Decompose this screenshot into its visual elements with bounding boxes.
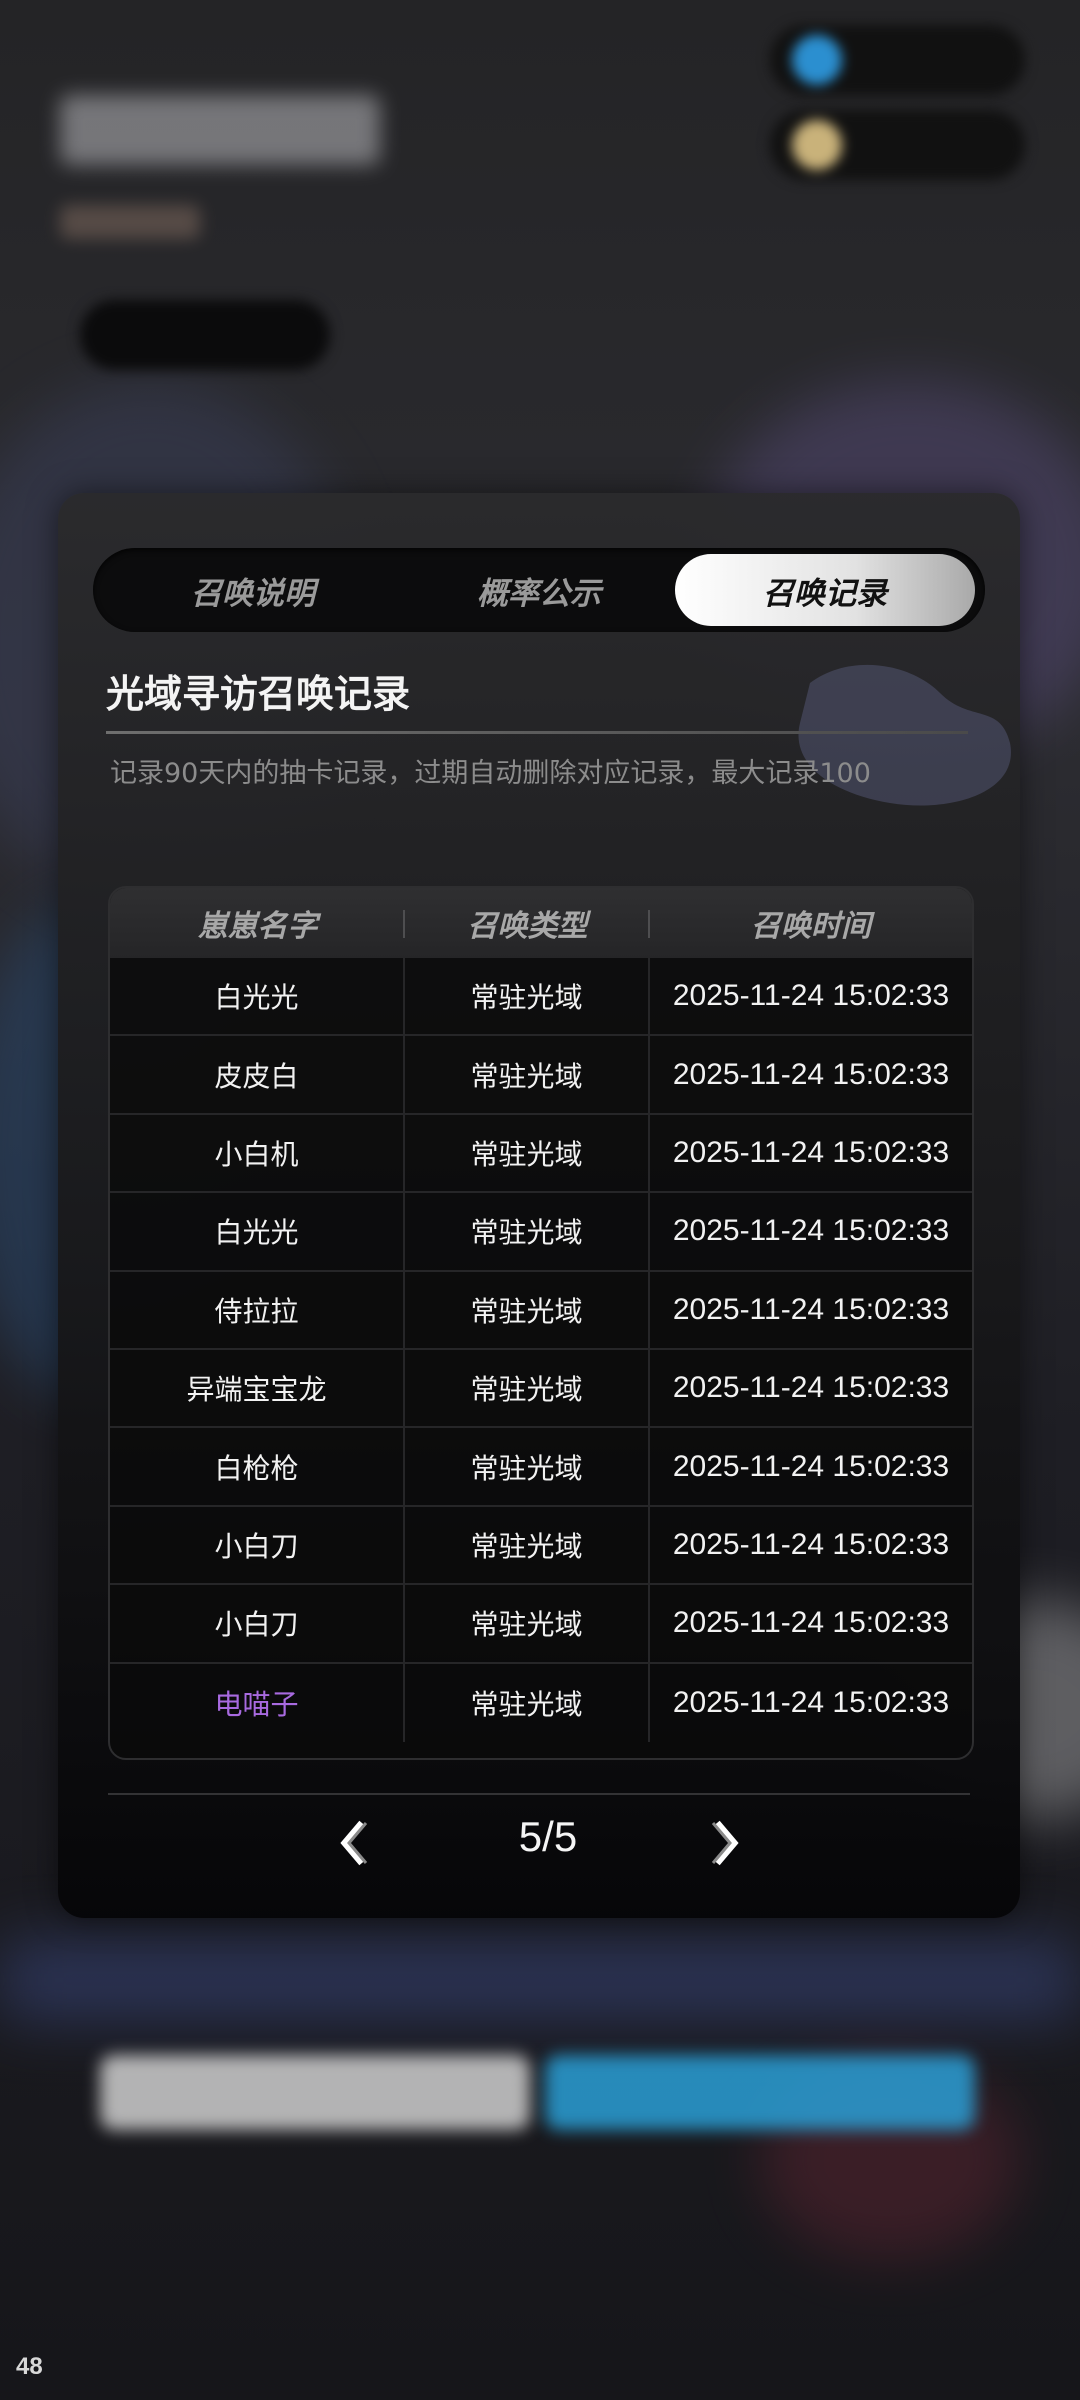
tab-bar: 召唤说明 概率公示 召唤记录 — [93, 548, 985, 632]
cell-type: 常驻光域 — [405, 1349, 650, 1427]
record-title: 光域寻访召唤记录 — [106, 672, 411, 716]
cell-time: 2025-11-24 15:02:33 — [672, 1685, 950, 1719]
cell-name: 电喵子 — [110, 1663, 405, 1742]
subtitle-badge — [60, 205, 200, 239]
table-row: 小白机 常驻光域 2025-11-24 15:02:33 — [110, 1114, 972, 1194]
summon-one-button — [100, 2055, 530, 2130]
graffiti-decoration — [798, 664, 1011, 806]
table-row: 侍拉拉 常驻光域 2025-11-24 15:02:33 — [110, 1271, 972, 1350]
currency-gold — [770, 110, 1025, 180]
cell-name: 白枪枪 — [110, 1428, 405, 1505]
table-row: 白枪枪 常驻光域 2025-11-24 15:02:33 — [110, 1428, 972, 1507]
fps-counter: 48 — [16, 2353, 43, 2380]
game-logo — [60, 95, 380, 165]
cell-name: 白光光 — [110, 1193, 405, 1270]
cell-time: 2025-11-24 15:02:33 — [672, 1606, 950, 1640]
header-type: 召唤类型 — [405, 888, 650, 958]
table-body: 白光光 常驻光域 2025-11-24 15:02:33 皮皮白 常驻光域 20… — [110, 958, 972, 1742]
tab-probability[interactable]: 概率公示 — [389, 554, 689, 626]
tab-summon-record[interactable]: 召唤记录 — [675, 554, 975, 626]
cell-type: 常驻光域 — [405, 1663, 650, 1742]
cell-name: 小白刀 — [110, 1506, 405, 1584]
cell-time: 2025-11-24 15:02:33 — [672, 1135, 950, 1169]
cell-name: 白光光 — [110, 958, 405, 1035]
cell-time: 2025-11-24 15:02:33 — [672, 1371, 950, 1405]
table-row: 小白刀 常驻光域 2025-11-24 15:02:33 — [110, 1585, 972, 1664]
cell-time: 2025-11-24 15:02:33 — [672, 1057, 950, 1091]
prev-page-button[interactable] — [328, 1815, 378, 1871]
cell-time: 2025-11-24 15:02:33 — [672, 979, 950, 1013]
table-header: 崽崽名字 召唤类型 召唤时间 — [110, 888, 972, 958]
chevron-left-icon — [340, 1820, 368, 1866]
pagination-divider — [108, 1793, 970, 1795]
header-name: 崽崽名字 — [110, 888, 405, 958]
currency-blue — [770, 25, 1025, 95]
table-row: 皮皮白 常驻光域 2025-11-24 15:02:33 — [110, 1036, 972, 1115]
table-row: 电喵子 常驻光域 2025-11-24 15:02:33 — [110, 1663, 972, 1742]
tab-summon-info[interactable]: 召唤说明 — [103, 554, 403, 626]
next-page-button[interactable] — [701, 1815, 751, 1871]
chevron-right-icon — [711, 1820, 739, 1866]
back-pill — [80, 300, 330, 370]
cell-type: 常驻光域 — [405, 1193, 650, 1270]
cell-name: 侍拉拉 — [110, 1271, 405, 1348]
header-time: 召唤时间 — [751, 909, 871, 944]
summon-ten-button — [545, 2055, 975, 2130]
table-row: 白光光 常驻光域 2025-11-24 15:02:33 — [110, 958, 972, 1037]
cell-time: 2025-11-24 15:02:33 — [672, 1214, 950, 1248]
cell-time: 2025-11-24 15:02:33 — [672, 1527, 950, 1561]
record-table: 崽崽名字 召唤类型 召唤时间 白光光 常驻光域 2025-11-24 15:02… — [108, 886, 974, 1760]
page-indicator: 5/5 — [518, 1813, 578, 1860]
table-row: 白光光 常驻光域 2025-11-24 15:02:33 — [110, 1193, 972, 1272]
cell-type: 常驻光域 — [405, 1036, 650, 1113]
cell-type: 常驻光域 — [405, 1428, 650, 1505]
cell-type: 常驻光域 — [405, 1506, 650, 1584]
table-row: 小白刀 常驻光域 2025-11-24 15:02:33 — [110, 1506, 972, 1586]
pagination: 5/5 — [58, 1805, 1020, 1885]
cell-name: 小白刀 — [110, 1585, 405, 1662]
cell-name: 皮皮白 — [110, 1036, 405, 1113]
table-row: 异端宝宝龙 常驻光域 2025-11-24 15:02:33 — [110, 1349, 972, 1429]
cell-type: 常驻光域 — [405, 1585, 650, 1662]
cell-type: 常驻光域 — [405, 958, 650, 1035]
cell-type: 常驻光域 — [405, 1114, 650, 1192]
cell-name: 小白机 — [110, 1114, 405, 1192]
record-description: 记录90天内的抽卡记录，过期自动删除对应记录，最大记录100 — [110, 758, 871, 789]
title-divider — [106, 731, 968, 734]
cell-time: 2025-11-24 15:02:33 — [672, 1292, 950, 1326]
cell-time: 2025-11-24 15:02:33 — [672, 1449, 950, 1483]
summon-record-panel: 召唤说明 概率公示 召唤记录 光域寻访召唤记录 记录90天内的抽卡记录，过期自动… — [58, 493, 1020, 1918]
cell-type: 常驻光域 — [405, 1271, 650, 1348]
cell-name: 异端宝宝龙 — [110, 1349, 405, 1427]
